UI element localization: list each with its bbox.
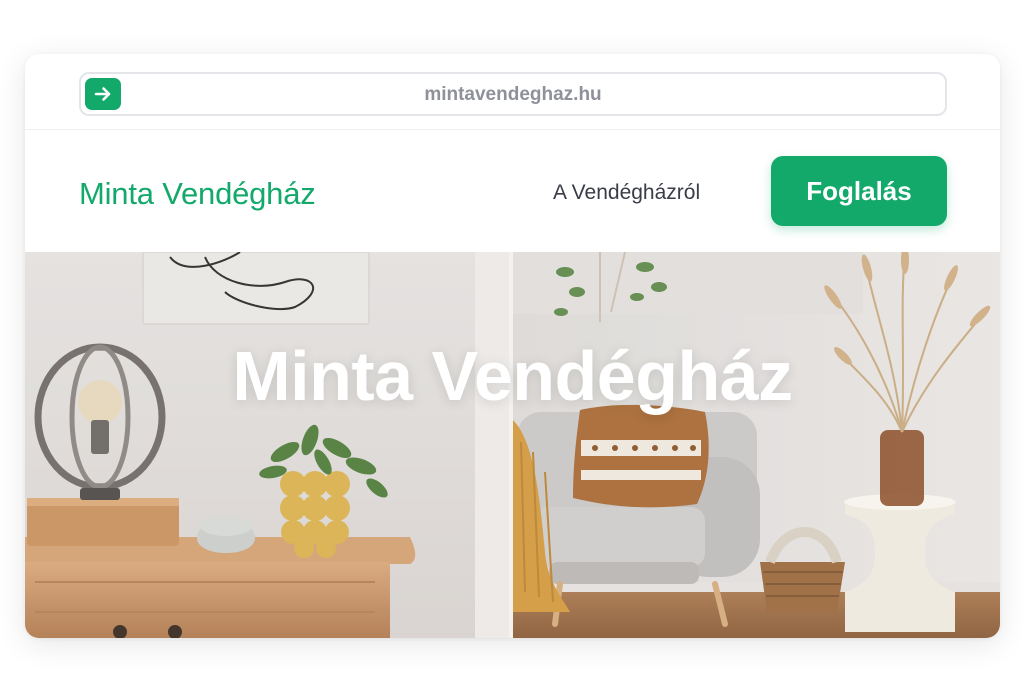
browser-toolbar: mintavendeghaz.hu — [25, 54, 1000, 130]
address-bar[interactable]: mintavendeghaz.hu — [79, 72, 947, 116]
booking-button[interactable]: Foglalás — [771, 156, 947, 226]
nav-link-about[interactable]: A Vendégházról — [553, 181, 700, 205]
hero-section: Minta Vendégház — [25, 252, 1000, 638]
url-text[interactable]: mintavendeghaz.hu — [81, 84, 945, 106]
hero-title: Minta Vendégház — [232, 337, 793, 415]
site-header: Minta Vendégház A Vendégházról Foglalás — [25, 130, 1000, 252]
living-room-photo — [25, 252, 1000, 638]
site-logo-text[interactable]: Minta Vendégház — [79, 176, 316, 212]
browser-window: mintavendeghaz.hu Minta Vendégház A Vend… — [25, 54, 1000, 638]
